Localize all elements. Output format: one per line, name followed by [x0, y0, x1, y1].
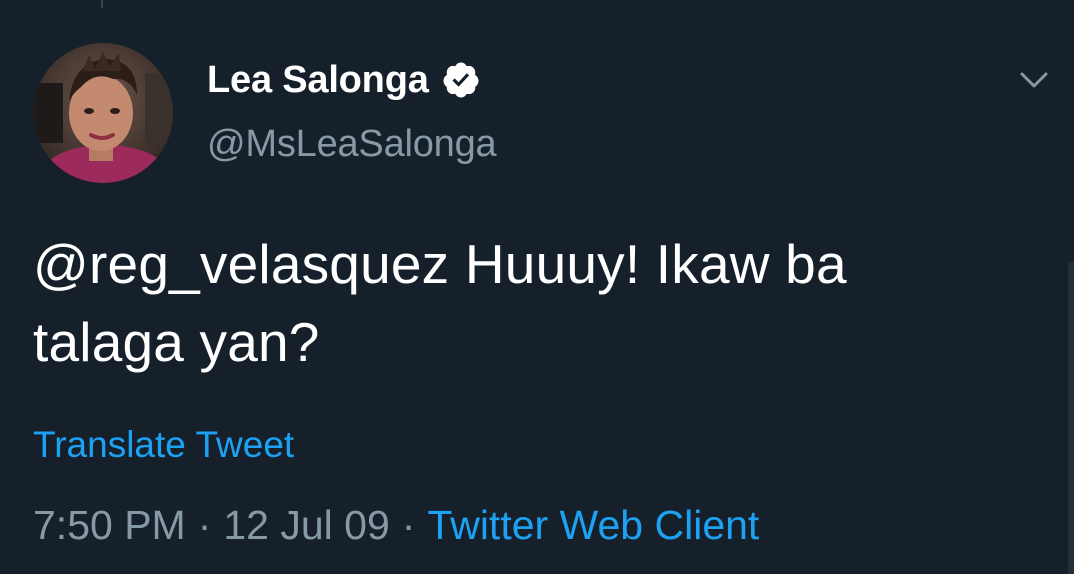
avatar[interactable]	[33, 43, 173, 183]
tweet-menu-button[interactable]	[1012, 62, 1056, 98]
profile-photo	[33, 43, 173, 183]
tweet-date[interactable]: 12 Jul 09	[223, 502, 389, 548]
tweet-source-link[interactable]: Twitter Web Client	[427, 502, 759, 548]
tweet-time[interactable]: 7:50 PM	[33, 502, 186, 548]
meta-separator: ·	[197, 502, 212, 548]
author-handle[interactable]: @MsLeaSalonga	[207, 123, 497, 166]
author-name-row[interactable]: Lea Salonga	[207, 56, 481, 104]
translate-tweet-link[interactable]: Translate Tweet	[33, 424, 294, 466]
tweet-text-line-1: @reg_velasquez Huuuy! Ikaw ba	[33, 233, 847, 295]
chevron-down-icon	[1020, 72, 1048, 88]
tweet-text-line-2: talaga yan?	[33, 311, 320, 373]
author-display-name[interactable]: Lea Salonga	[207, 59, 429, 102]
thread-connector-line	[101, 0, 103, 8]
scrollbar-track[interactable]	[1068, 262, 1074, 574]
tweet-text: @reg_velasquez Huuuy! Ikaw ba talaga yan…	[33, 225, 1033, 381]
meta-separator: ·	[401, 502, 416, 548]
verified-badge-icon	[441, 60, 481, 100]
tweet-meta-row: 7:50 PM · 12 Jul 09 · Twitter Web Client	[33, 502, 759, 549]
